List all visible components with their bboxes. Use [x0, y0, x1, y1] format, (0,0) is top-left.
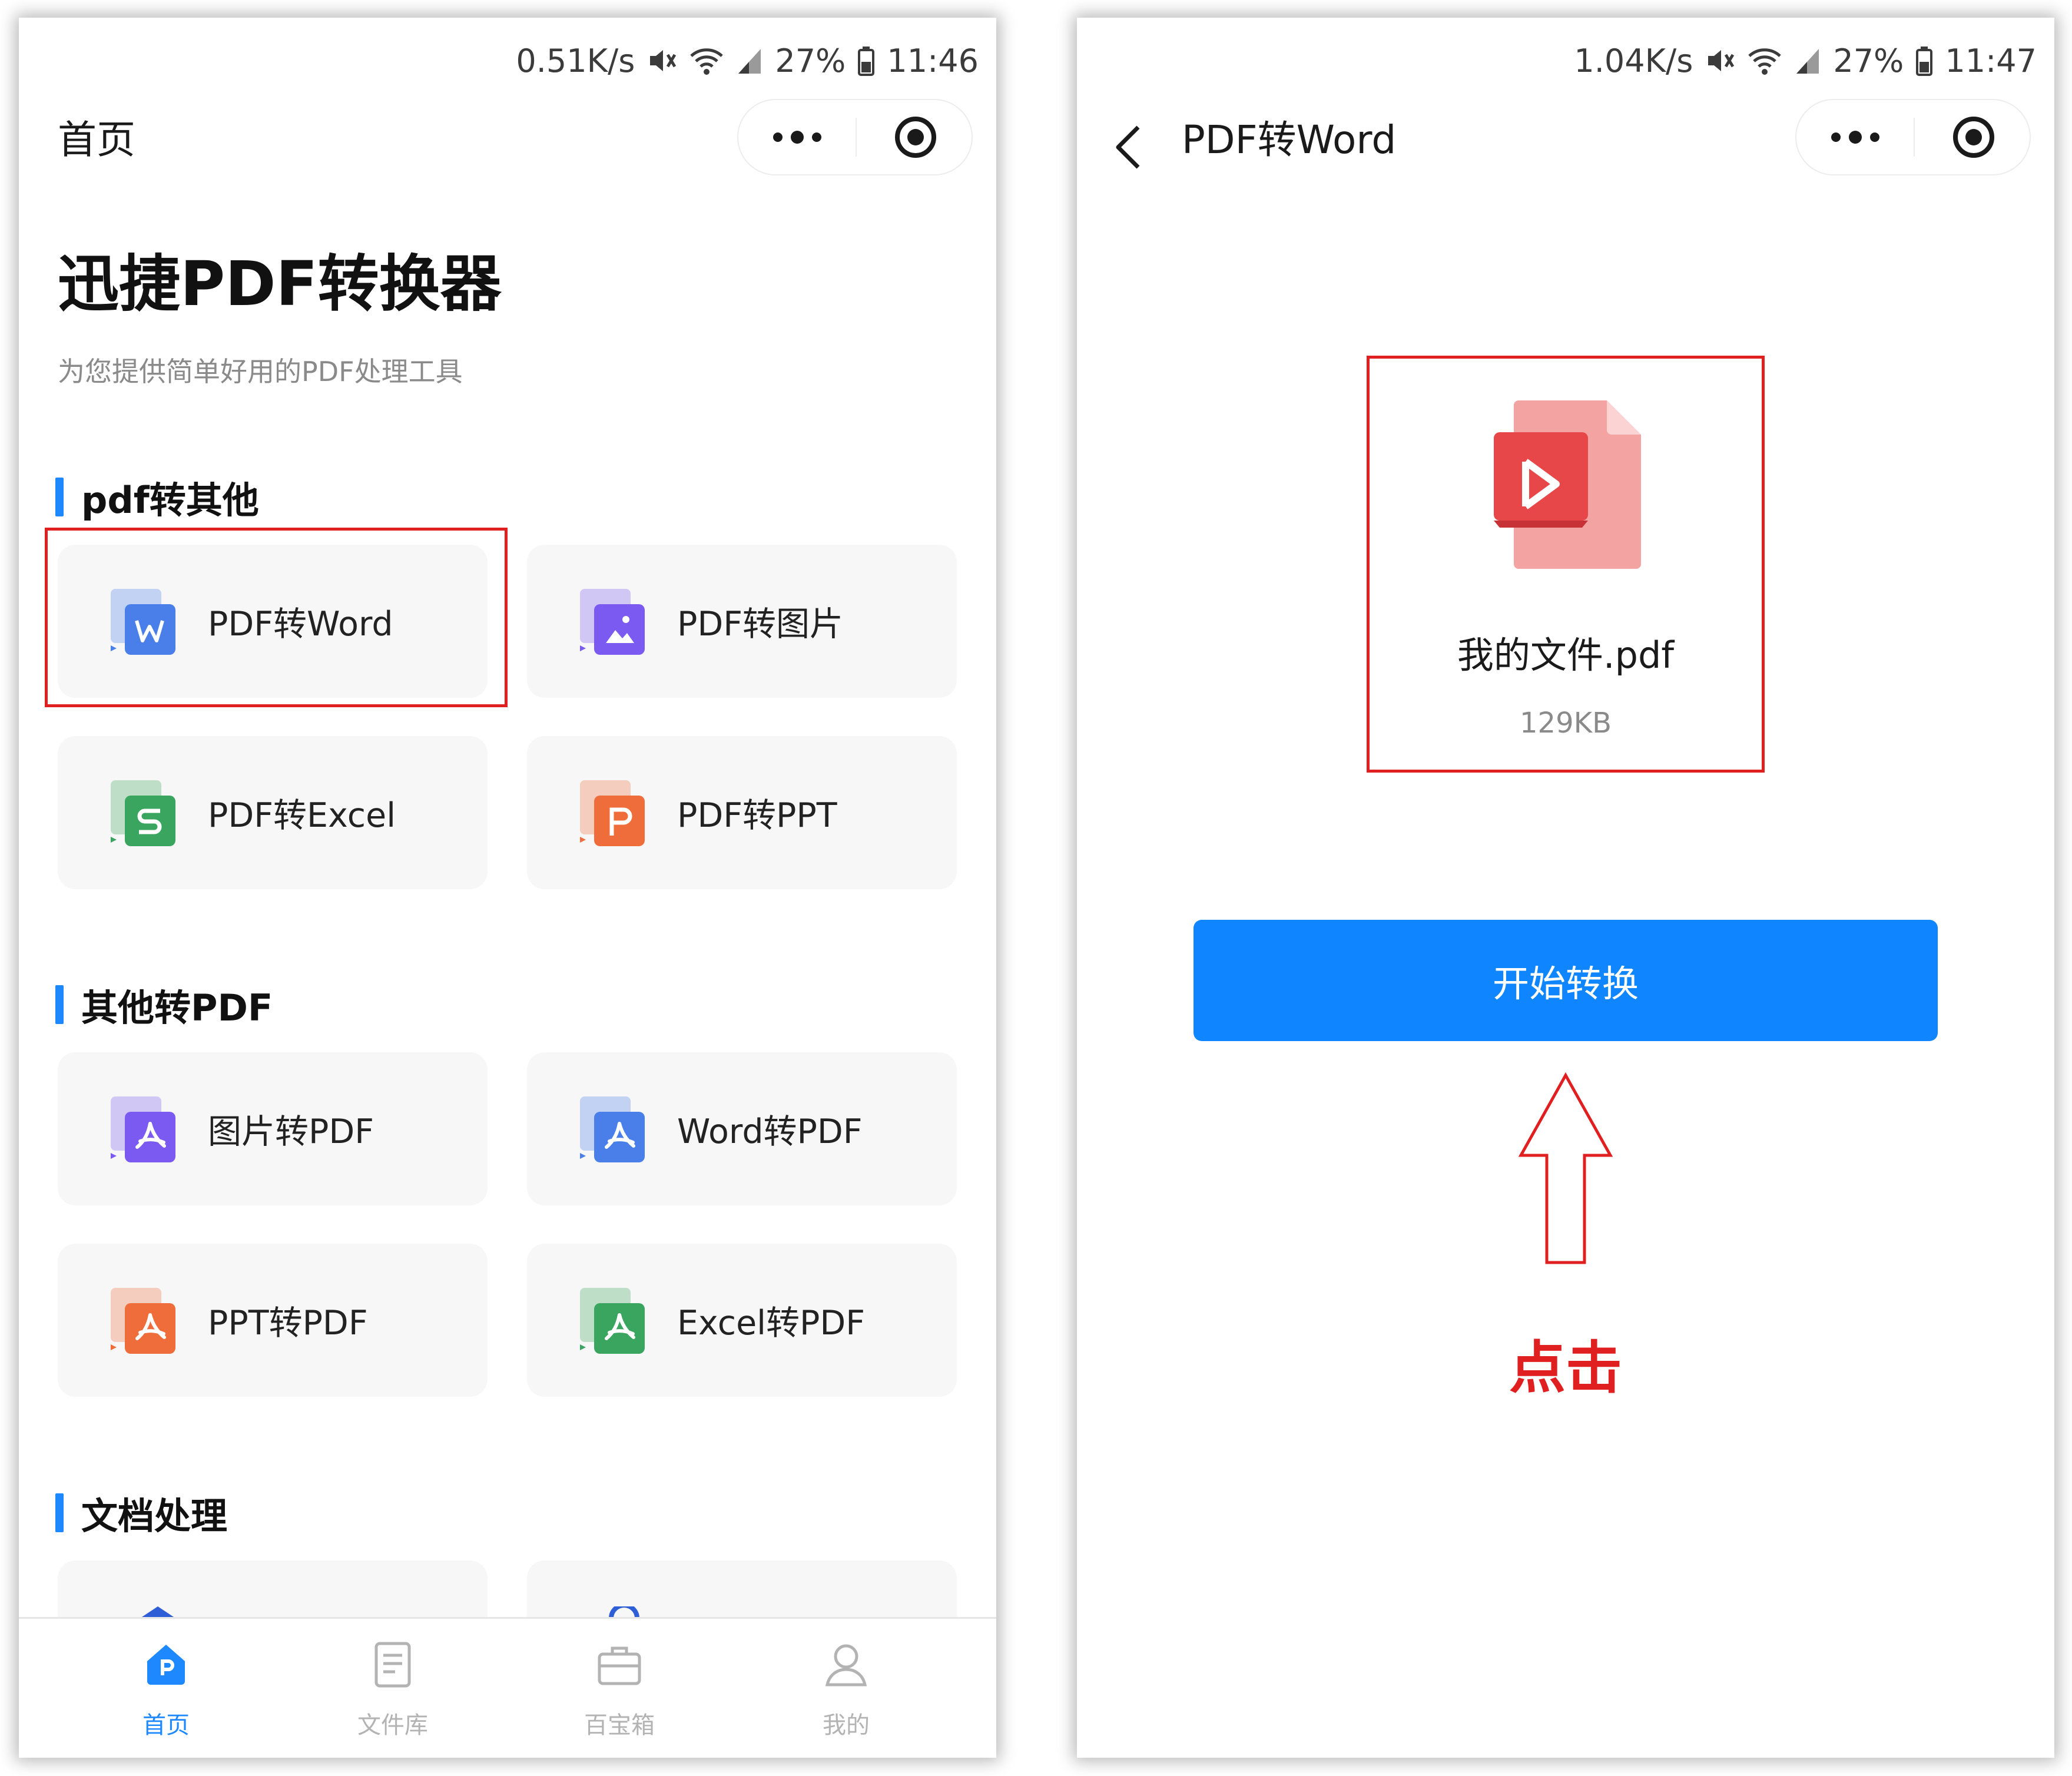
document-tool-icon [140, 1606, 175, 1618]
tab-label: 我的 [823, 1712, 870, 1739]
tool-label: PDF转Excel [208, 796, 396, 835]
battery-percent: 27% [775, 42, 846, 79]
pdf-icon [111, 1096, 175, 1162]
image-icon [580, 589, 645, 655]
tool-label: Word转PDF [677, 1112, 863, 1151]
close-miniprogram-button[interactable] [1915, 100, 2032, 174]
app-title: 迅捷PDF转换器 [58, 248, 502, 320]
tab-label: 首页 [142, 1712, 190, 1739]
target-icon [1952, 117, 1994, 158]
nav-title: PDF转Word [1182, 117, 1397, 163]
tab-toolbox[interactable]: 百宝箱 [531, 1619, 708, 1758]
pdf-icon [111, 1288, 175, 1354]
dot-icon [773, 132, 783, 142]
phone-screen-converter: 1.04K/s 27% 11:47 PDF转Word 我的文件.pdf 129K… [1077, 18, 2054, 1758]
tool-word-to-pdf[interactable]: Word转PDF [527, 1052, 957, 1205]
more-button[interactable] [1796, 100, 1914, 174]
back-icon[interactable] [1112, 124, 1148, 171]
app-subtitle: 为您提供简单好用的PDF处理工具 [58, 356, 463, 387]
signal-icon [736, 45, 763, 76]
clock: 11:47 [1945, 42, 2037, 79]
battery-percent: 27% [1833, 42, 1904, 79]
section-header: pdf转其他 [55, 476, 259, 522]
section-title: 其他转PDF [81, 986, 273, 1029]
section-header: 文档处理 [55, 1492, 227, 1538]
close-miniprogram-button[interactable] [857, 100, 974, 174]
dot-icon [811, 132, 821, 142]
highlight-box [45, 528, 508, 707]
section-title: 文档处理 [81, 1495, 228, 1538]
pdf-icon [580, 1096, 645, 1162]
tool-label: 图片转PDF [208, 1112, 374, 1151]
tab-label: 文件库 [357, 1712, 428, 1739]
toolbox-icon [596, 1641, 643, 1688]
miniprogram-capsule [737, 99, 973, 175]
network-speed: 0.51K/s [516, 42, 635, 79]
more-button[interactable] [738, 100, 856, 174]
dot-icon [1848, 131, 1862, 144]
phone-screen-home: 0.51K/s 27% 11:46 首页 迅捷PDF转换器 为您提供简单好用的P… [19, 18, 996, 1758]
user-icon [823, 1641, 870, 1688]
tab-bar: 首页 文件库 百宝箱 我的 [19, 1617, 996, 1758]
tool-image-to-pdf[interactable]: 图片转PDF [58, 1052, 488, 1205]
tab-label: 百宝箱 [584, 1712, 655, 1739]
tool-label: PDF转PPT [677, 796, 837, 835]
clock: 11:46 [887, 42, 979, 79]
ppt-icon [580, 780, 645, 846]
document-icon [369, 1641, 416, 1688]
wifi-icon [689, 45, 724, 76]
tool-pdf-to-image[interactable]: PDF转图片 [527, 545, 957, 698]
tool-pdf-to-ppt[interactable]: PDF转PPT [527, 736, 957, 889]
tab-profile[interactable]: 我的 [758, 1619, 934, 1758]
tool-label: Excel转PDF [677, 1304, 866, 1343]
status-bar: 1.04K/s 27% 11:47 [1574, 28, 2037, 93]
miniprogram-capsule [1795, 99, 2031, 175]
section-accent-bar [55, 985, 64, 1024]
tool-label: PDF转图片 [677, 605, 844, 644]
highlight-box [1367, 356, 1765, 773]
section-title: pdf转其他 [81, 479, 259, 522]
tool-excel-to-pdf[interactable]: Excel转PDF [527, 1244, 957, 1397]
dot-icon [1869, 132, 1879, 142]
excel-icon [111, 780, 175, 846]
dot-icon [790, 131, 804, 144]
battery-icon [857, 45, 875, 76]
section-header: 其他转PDF [55, 983, 273, 1029]
section-accent-bar [55, 478, 64, 516]
document-tool-icon [609, 1606, 639, 1618]
tab-home[interactable]: 首页 [78, 1619, 254, 1758]
status-bar: 0.51K/s 27% 11:46 [516, 28, 979, 93]
nav-title: 首页 [58, 117, 135, 163]
mute-icon [647, 45, 677, 76]
wifi-icon [1747, 45, 1782, 76]
tool-ppt-to-pdf[interactable]: PPT转PDF [58, 1244, 488, 1397]
dot-icon [1831, 132, 1841, 142]
mute-icon [1705, 45, 1735, 76]
tool-pdf-to-excel[interactable]: PDF转Excel [58, 736, 488, 889]
tool-label: PPT转PDF [208, 1304, 368, 1343]
home-icon [142, 1641, 190, 1688]
hint-text: 点击 [1509, 1335, 1622, 1401]
arrow-up-icon [1518, 1072, 1613, 1264]
section-accent-bar [55, 1493, 64, 1532]
signal-icon [1794, 45, 1821, 76]
start-convert-button[interactable]: 开始转换 [1194, 920, 1938, 1041]
pdf-icon [580, 1288, 645, 1354]
tab-files[interactable]: 文件库 [304, 1619, 481, 1758]
battery-icon [1915, 45, 1933, 76]
network-speed: 1.04K/s [1574, 42, 1693, 79]
target-icon [894, 117, 936, 158]
